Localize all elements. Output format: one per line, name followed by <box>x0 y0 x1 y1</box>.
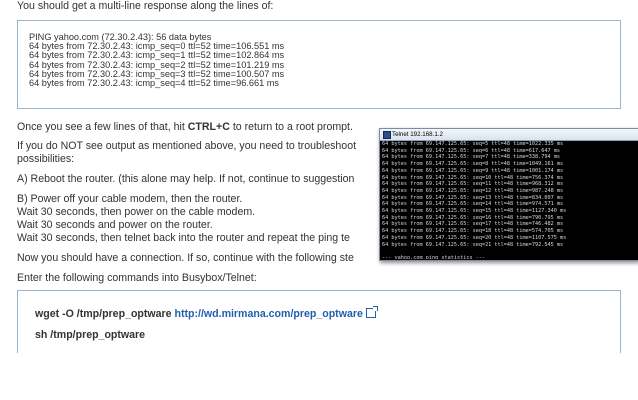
telnet-output-line: 64 bytes from 69.147.125.65: seq=9 ttl=4… <box>382 167 564 174</box>
telnet-output-line: 64 bytes from 69.147.125.65: seq=7 ttl=4… <box>382 154 561 161</box>
ctrl-c-key: CTRL+C <box>187 121 230 133</box>
option-a-text: A) Reboot the router. (this alone may he… <box>17 173 355 185</box>
option-b-line-3: Wait 30 seconds and power on the router. <box>17 219 213 231</box>
telnet-title-bar[interactable]: Telnet 192.168.1.2 <box>380 129 638 141</box>
troubleshoot-text-cont: possibilities: <box>17 153 75 165</box>
ctrl-c-instruction: Once you see a few lines of that, hit CT… <box>17 121 353 134</box>
telnet-output-line: 64 bytes from 69.147.125.65: seq=17 ttl=… <box>382 221 564 228</box>
option-b-line-4: Wait 30 seconds, then telnet back into t… <box>17 232 350 244</box>
now-text: Now you should have a connection. If so,… <box>17 252 354 264</box>
telnet-output-line: 64 bytes from 69.147.125.65: seq=12 ttl=… <box>382 187 564 194</box>
telnet-output-line: 64 bytes from 69.147.125.65: seq=14 ttl=… <box>382 201 564 208</box>
telnet-output-line: 64 bytes from 69.147.125.65: seq=11 ttl=… <box>382 181 564 188</box>
troubleshoot-text: If you do NOT see output as mentioned ab… <box>17 140 357 152</box>
terminal-icon <box>383 131 391 139</box>
external-link-icon <box>365 306 378 318</box>
ping-output-box: PING yahoo.com (72.30.2.43): 56 data byt… <box>17 20 621 109</box>
commands-box: wget -O /tmp/prep_optware http://wd.mirm… <box>17 290 621 353</box>
intro-text: You should get a multi-line response alo… <box>17 0 274 12</box>
sh-command: sh /tmp/prep_optware <box>35 329 146 341</box>
enter-commands-text: Enter the following commands into Busybo… <box>17 272 257 284</box>
telnet-output-line: 64 bytes from 69.147.125.65: seq=20 ttl=… <box>382 234 567 241</box>
telnet-window[interactable]: Telnet 192.168.1.2 64 bytes from 69.147.… <box>379 128 638 261</box>
telnet-console-output[interactable]: 64 bytes from 69.147.125.65: seq=5 ttl=4… <box>382 141 636 259</box>
telnet-output-line: 64 bytes from 69.147.125.65: seq=21 ttl=… <box>382 241 564 248</box>
telnet-output-line: 64 bytes from 69.147.125.65: seq=15 ttl=… <box>382 208 567 215</box>
ping-output-line: 64 bytes from 72.30.2.43: icmp_seq=4 ttl… <box>29 78 279 89</box>
telnet-title: Telnet 192.168.1.2 <box>392 131 443 138</box>
telnet-output-line <box>382 248 636 255</box>
ctrl-c-before: Once you see a few lines of that, hit <box>17 121 188 133</box>
telnet-output-line: 64 bytes from 69.147.125.65: seq=10 ttl=… <box>382 174 564 181</box>
option-b-line-1: B) Power off your cable modem, then the … <box>17 193 243 205</box>
telnet-output-line: 64 bytes from 69.147.125.65: seq=13 ttl=… <box>382 194 564 201</box>
wget-command-text: wget -O /tmp/prep_optware <box>35 308 175 320</box>
telnet-output-line: 64 bytes from 69.147.125.65: seq=16 ttl=… <box>382 214 564 221</box>
ctrl-c-after: to return to a root prompt. <box>229 121 353 133</box>
wget-command: wget -O /tmp/prep_optware http://wd.mirm… <box>35 306 620 321</box>
telnet-output-line: 64 bytes from 69.147.125.65: seq=18 ttl=… <box>382 228 564 235</box>
telnet-output-line: --- yahoo.com ping statistics --- <box>382 254 486 259</box>
ping-output: PING yahoo.com (72.30.2.43): 56 data byt… <box>29 32 620 89</box>
telnet-output-line: 64 bytes from 69.147.125.65: seq=5 ttl=4… <box>382 141 564 147</box>
telnet-output-line: 64 bytes from 69.147.125.65: seq=6 ttl=4… <box>382 147 561 154</box>
telnet-output-line: 64 bytes from 69.147.125.65: seq=8 ttl=4… <box>382 161 564 168</box>
prep-optware-link[interactable]: http://wd.mirmana.com/prep_optware <box>175 308 363 320</box>
option-b-line-2: Wait 30 seconds, then power on the cable… <box>17 206 256 218</box>
